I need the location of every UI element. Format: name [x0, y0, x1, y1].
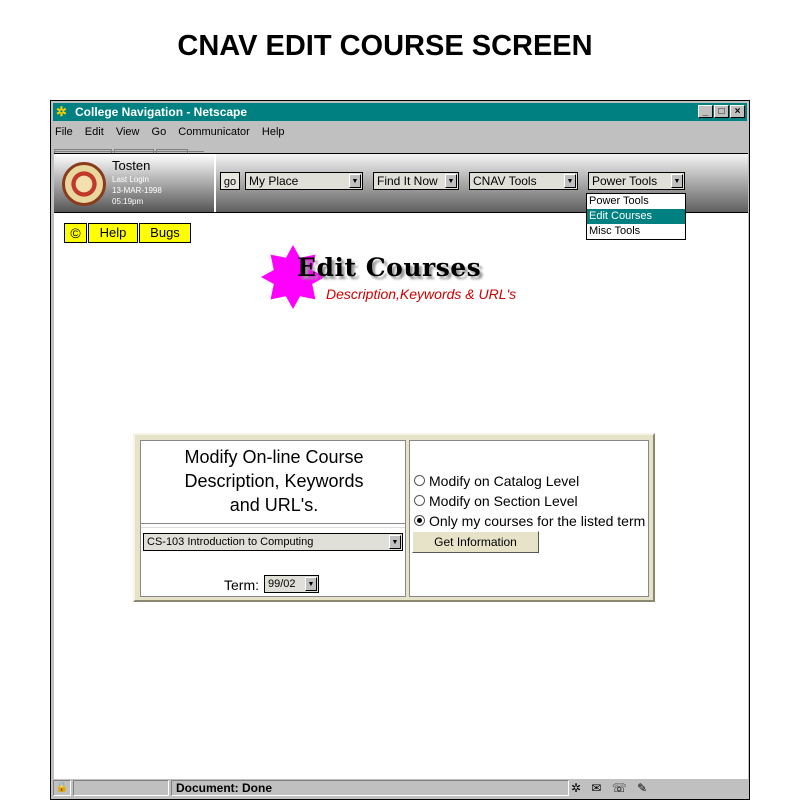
last-login-date: 13-MAR-1998: [112, 186, 162, 195]
security-lock-icon[interactable]: 🔒: [53, 780, 71, 796]
select-value: CNAV Tools: [473, 174, 537, 188]
radio-button[interactable]: [414, 494, 425, 506]
select-value: Find It Now: [377, 174, 438, 188]
help-button[interactable]: Help: [88, 223, 138, 243]
status-text: Document: Done: [171, 780, 569, 796]
menu-edit[interactable]: Edit: [85, 126, 104, 138]
status-bar: 🔒 Document: Done ✲ ✉ ☏ ✎: [53, 779, 747, 797]
term-select[interactable]: 99/02 ▼: [264, 575, 319, 593]
dropdown-option[interactable]: Power Tools: [587, 194, 685, 209]
page-caption: CNAV EDIT COURSE SCREEN: [177, 30, 593, 62]
cnav-tools-select[interactable]: CNAV Tools ▼: [469, 172, 578, 190]
form-heading-line: Description, Keywords: [184, 471, 364, 491]
divider: [141, 523, 405, 528]
form-right-cell: Modify on Catalog Level Modify on Sectio…: [409, 440, 649, 597]
chevron-down-icon: ▼: [389, 535, 401, 549]
browser-window: ✲ College Navigation - Netscape _ □ × Fi…: [50, 100, 750, 800]
component-tray: ✲ ✉ ☏ ✎: [571, 779, 747, 797]
term-label: Term:: [224, 577, 259, 593]
dropdown-option-selected[interactable]: Edit Courses: [587, 209, 685, 224]
last-login-label: Last Login: [112, 175, 149, 184]
mail-icon[interactable]: ✉: [591, 779, 601, 797]
progress-meter: [73, 780, 169, 796]
discussion-icon[interactable]: ☏: [612, 779, 627, 797]
radio-section-level[interactable]: Modify on Section Level: [414, 492, 578, 510]
bugs-button[interactable]: Bugs: [139, 223, 191, 243]
radio-label: Only my courses for the listed term: [429, 513, 646, 529]
get-information-button[interactable]: Get Information: [412, 531, 539, 553]
page-logo-subtitle: Description,Keywords & URL's: [326, 286, 517, 302]
form-heading: Modify On-line Course Description, Keywo…: [141, 445, 407, 517]
go-button[interactable]: go: [220, 172, 240, 190]
radio-my-courses[interactable]: Only my courses for the listed term: [414, 512, 645, 530]
chevron-down-icon: ▼: [564, 174, 576, 188]
select-value: CS-103 Introduction to Computing: [147, 536, 314, 548]
window-controls: _ □ ×: [697, 105, 745, 119]
toolbar-tabs[interactable]: [54, 143, 204, 156]
menu-view[interactable]: View: [116, 126, 140, 138]
radio-label: Modify on Section Level: [429, 493, 578, 509]
minimize-button[interactable]: _: [698, 105, 713, 118]
close-button[interactable]: ×: [730, 105, 745, 118]
last-login-info: Last Login 13-MAR-1998 05:19pm: [112, 174, 162, 207]
user-panel: Tosten Last Login 13-MAR-1998 05:19pm: [52, 152, 216, 216]
menu-help[interactable]: Help: [262, 126, 285, 138]
chevron-down-icon: ▼: [305, 577, 317, 591]
window-titlebar[interactable]: ✲ College Navigation - Netscape _ □ ×: [53, 103, 747, 121]
netscape-icon: ✲: [56, 104, 67, 119]
dropdown-option[interactable]: Misc Tools: [587, 224, 685, 239]
page-content: © Help Bugs Edit Courses Description,Key…: [54, 213, 748, 779]
college-seal-icon: [52, 152, 116, 216]
find-it-now-select[interactable]: Find It Now ▼: [373, 172, 459, 190]
menu-bar: File Edit View Go Communicator Help: [55, 123, 294, 141]
menu-go[interactable]: Go: [152, 126, 167, 138]
radio-label: Modify on Catalog Level: [429, 473, 580, 489]
radio-button[interactable]: [414, 514, 425, 526]
my-place-select[interactable]: My Place ▼: [245, 172, 363, 190]
chevron-down-icon: ▼: [445, 174, 457, 188]
window-title: College Navigation - Netscape: [75, 105, 248, 119]
radio-button[interactable]: [414, 474, 425, 486]
power-tools-select[interactable]: Power Tools ▼: [588, 172, 685, 190]
select-value: My Place: [249, 174, 299, 188]
form-left-cell: Modify On-line Course Description, Keywo…: [140, 440, 406, 597]
select-value: 99/02: [268, 578, 296, 590]
composer-icon[interactable]: ✎: [637, 779, 647, 797]
navigator-icon[interactable]: ✲: [571, 779, 581, 797]
last-login-time: 05:19pm: [112, 197, 144, 206]
edit-course-form: Modify On-line Course Description, Keywo…: [133, 433, 655, 602]
user-name: Tosten: [112, 158, 151, 173]
course-select[interactable]: CS-103 Introduction to Computing ▼: [143, 533, 403, 551]
select-value: Power Tools: [592, 174, 658, 188]
chevron-down-icon: ▼: [671, 174, 683, 188]
power-tools-dropdown[interactable]: Power Tools Edit Courses Misc Tools: [586, 193, 686, 240]
menu-communicator[interactable]: Communicator: [178, 126, 250, 138]
chevron-down-icon: ▼: [349, 174, 361, 188]
copyright-button[interactable]: ©: [64, 223, 87, 243]
form-heading-line: Modify On-line Course: [184, 447, 364, 467]
radio-catalog-level[interactable]: Modify on Catalog Level: [414, 472, 579, 490]
form-heading-line: and URL's.: [229, 495, 319, 515]
menu-file[interactable]: File: [55, 126, 73, 138]
maximize-button[interactable]: □: [714, 105, 729, 118]
page-logo-title: Edit Courses: [297, 253, 482, 282]
